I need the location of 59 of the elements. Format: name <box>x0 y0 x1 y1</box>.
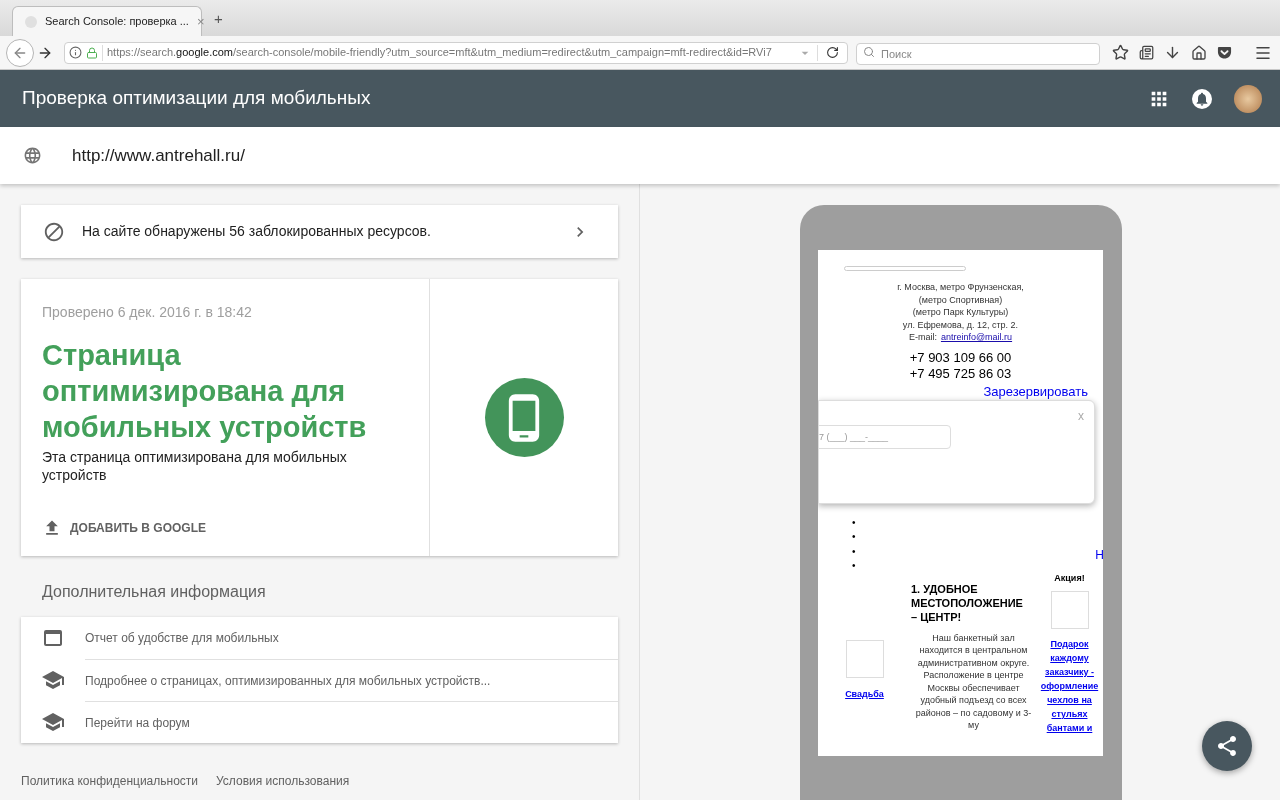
graduation-cap-icon <box>41 668 65 692</box>
pocket-icon[interactable] <box>1217 45 1232 60</box>
info-link[interactable]: Перейти на форум <box>85 713 190 732</box>
share-icon <box>1215 734 1239 758</box>
search-icon <box>863 45 875 58</box>
reserve-link[interactable]: Зарезервировать <box>983 383 1088 400</box>
graduation-cap-icon <box>41 710 65 734</box>
share-button[interactable] <box>1202 721 1252 771</box>
footer-link[interactable]: Политика конфиденциальности <box>21 772 199 790</box>
phone-input[interactable]: 7 (___) ___-____ <box>818 425 951 449</box>
add-to-google-button[interactable]: ДОБАВИТЬ В GOOGLE <box>42 518 206 538</box>
globe-icon <box>23 146 42 165</box>
bullet: • <box>852 559 856 573</box>
url-input[interactable]: http://www.antrehall.ru/ <box>72 142 672 169</box>
search-field[interactable]: Поиск <box>856 42 1100 65</box>
address-line: г. Москва, метро Фрунзенская, <box>897 281 1024 294</box>
cut-link[interactable]: Н <box>1095 548 1103 562</box>
bookmark-star-icon[interactable] <box>1112 44 1129 61</box>
promo-title: Акция! <box>1054 571 1085 585</box>
address-line: ул. Ефремова, д. 12, стр. 2. <box>902 318 1019 331</box>
address-line: (метро Парк Культуры) <box>912 306 1009 319</box>
new-tab-button[interactable]: + <box>214 7 223 30</box>
wedding-link[interactable]: Свадьба <box>845 687 884 701</box>
image-placeholder <box>845 639 884 678</box>
bullet: • <box>852 530 856 544</box>
info-link[interactable]: Подробнее о страницах, оптимизированных для мобильных устройств... <box>85 671 491 690</box>
banner-text: На сайте обнаружены 56 заблокированных ресурсов. <box>82 222 431 241</box>
result-title: Страница оптимизирована для мобильных устройств <box>42 338 368 445</box>
section-body: Наш банкетный зал находится в центральном административном округе. Расположение в центре Москвы обеспечивает удобный подъезд со всех районов – по садовому и 3-му <box>914 631 1033 732</box>
reload-icon[interactable] <box>826 46 839 59</box>
section-title: 1. УДОБНОЕ МЕСТОПОЛОЖЕНИЕ – ЦЕНТР! <box>911 581 1024 624</box>
address-line: (метро Спортивная) <box>918 293 1003 306</box>
bullet: • <box>852 544 856 559</box>
browser-tab[interactable]: Search Console: проверка ... × <box>12 6 202 36</box>
reader-list-icon[interactable] <box>1139 45 1154 60</box>
phone-number: +7 495 725 86 03 <box>909 365 1012 382</box>
blocked-icon <box>43 220 65 243</box>
footer-link[interactable]: Условия использования <box>216 772 350 790</box>
download-icon[interactable] <box>1164 44 1181 61</box>
tab-title: Search Console: проверка ... <box>45 14 189 30</box>
url-text: https://search.google.com/search-console/mobile-friendly?utm_source=mft&utm_medium=redirect&utm_campaign=mft-redirect&id=RVi7 <box>107 45 773 61</box>
home-icon[interactable] <box>1191 44 1207 61</box>
promo-link[interactable]: Подарок каждому заказчику - оформление чехлов на стульях бантами и <box>1037 637 1102 735</box>
avatar[interactable] <box>1234 84 1262 113</box>
address-field[interactable]: https://search.google.com/search-console/mobile-friendly?utm_source=mft&utm_medium=redirect&utm_campaign=mft-redirect&id=RVi7 <box>64 41 848 64</box>
section-heading: Дополнительная информация <box>42 582 267 602</box>
info-link[interactable]: Отчет об удобстве для мобильных <box>85 629 279 647</box>
lock-icon <box>86 46 98 59</box>
info-icon[interactable] <box>69 46 82 59</box>
blocked-resources-banner[interactable]: На сайте обнаружены 56 заблокированных ресурсов. <box>21 205 618 258</box>
image-placeholder <box>1050 591 1089 629</box>
phone-number: +7 903 109 66 00 <box>909 349 1012 366</box>
email-label: E-mail: <box>908 331 937 344</box>
bullet: • <box>852 515 856 530</box>
checked-time: Проверено 6 дек. 2016 г. в 18:42 <box>42 303 253 322</box>
result-description: Эта страница оптимизирована для мобильных устройств <box>42 448 348 484</box>
email-link[interactable]: antreinfo@mail.ru <box>940 331 1013 344</box>
app-title: Проверка оптимизации для мобильных <box>22 86 371 111</box>
notifications-icon[interactable] <box>1192 88 1212 109</box>
